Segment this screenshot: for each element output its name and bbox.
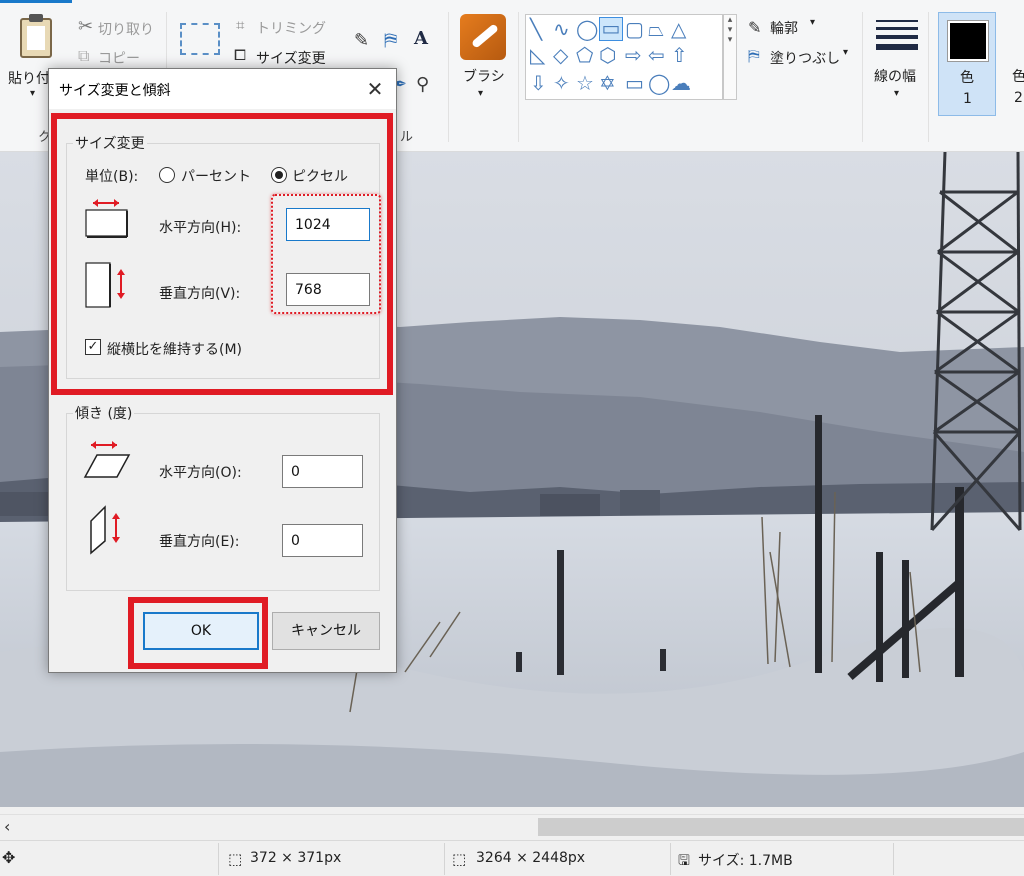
fill-bucket-icon[interactable]: ⛿ [384, 30, 397, 51]
cut-button[interactable]: 切り取り [98, 19, 154, 39]
vertical-skew-icon [85, 503, 129, 555]
paste-dropdown-icon[interactable]: ▾ [30, 88, 35, 99]
text-tool-icon[interactable]: A [414, 28, 428, 49]
fill-dropdown-icon[interactable]: ▾ [843, 47, 848, 58]
four-point-star-icon[interactable]: ✧ [553, 73, 570, 93]
left-arrow-shape-icon[interactable]: ⇦ [648, 45, 665, 65]
status-bar: ✥ ⬚ 372 × 371px ⬚ 3264 × 2448px 🖫 サイズ: 1… [0, 840, 1024, 876]
crop-icon: ⌗ [236, 16, 245, 34]
select-tool-icon[interactable] [180, 23, 220, 55]
oval-shape-icon[interactable]: ◯ [576, 19, 598, 39]
horizontal-scrollbar[interactable]: ‹ [0, 814, 1024, 838]
triangle-shape-icon[interactable]: △ [671, 19, 686, 39]
pencil-icon[interactable]: ✎ [354, 30, 369, 51]
tools-group-label: ル [400, 130, 414, 145]
status-divider [444, 843, 445, 875]
magnifier-icon[interactable]: ⚲ [416, 74, 429, 95]
six-point-star-icon[interactable]: ✡ [599, 73, 616, 93]
color2-label[interactable]: 色 [1012, 66, 1024, 86]
line-shape-icon[interactable]: ╲ [530, 19, 542, 39]
fill-button[interactable]: 塗りつぶし [770, 48, 840, 68]
outline-button[interactable]: 輪郭 [770, 18, 798, 38]
copy-button[interactable]: コピー [98, 48, 140, 68]
status-divider [893, 843, 894, 875]
skew-section-label: 傾き (度) [73, 403, 135, 423]
dialog-title: サイズ変更と傾斜 [59, 83, 171, 99]
active-tab-indicator [0, 0, 72, 3]
rounded-rect-shape-icon[interactable]: ▢ [625, 19, 644, 39]
callout-cloud-icon[interactable]: ☁ [671, 73, 691, 93]
scroll-left-icon[interactable]: ‹ [4, 817, 10, 836]
five-point-star-icon[interactable]: ☆ [576, 73, 594, 93]
image-size: 3264 × 2448px [476, 850, 586, 866]
disk-icon: 🖫 [678, 853, 690, 869]
dialog-titlebar[interactable]: サイズ変更と傾斜 ✕ [49, 69, 396, 109]
brush-icon[interactable] [460, 14, 506, 60]
outline-dropdown-icon[interactable]: ▾ [810, 17, 815, 28]
callout-rect-icon[interactable]: ▭ [625, 73, 644, 93]
brush-dropdown-icon[interactable]: ▾ [478, 88, 483, 99]
brush-button[interactable]: ブラシ [463, 66, 505, 86]
scissors-icon: ✂ [78, 16, 94, 37]
pentagon-shape-icon[interactable]: ⬠ [576, 45, 593, 65]
outline-icon: ✎ [748, 18, 762, 37]
selection-size-icon: ⬚ [228, 850, 243, 868]
resize-button[interactable]: サイズ変更 [256, 48, 326, 68]
skew-vertical-input[interactable] [282, 524, 363, 557]
shapes-gallery: ╲ ∿ ◯ ▭ ▢ ⏢ △ ◺ ◇ ⬠ ⬡ ⇨ ⇦ ⇧ ⇩ ✧ ☆ ✡ ▭ ◯ … [525, 14, 723, 100]
status-divider [670, 843, 671, 875]
color2-number: 2 [1014, 90, 1023, 106]
group-divider [928, 12, 929, 142]
status-divider [218, 843, 219, 875]
size-inputs-highlight [271, 194, 381, 314]
skew-horizontal-label: 水平方向(O): [159, 465, 242, 481]
callout-oval-icon[interactable]: ◯ [648, 73, 670, 93]
ok-button-highlight [128, 597, 268, 669]
close-icon[interactable]: ✕ [361, 75, 389, 103]
line-width-button[interactable]: 線の幅 [874, 66, 916, 86]
cursor-position-icon: ✥ [2, 848, 16, 867]
file-size: サイズ: 1.7MB [698, 853, 793, 869]
horizontal-skew-icon [83, 439, 131, 483]
rectangle-shape-icon[interactable]: ▭ [599, 17, 623, 41]
paste-icon[interactable] [20, 14, 52, 58]
skew-horizontal-input[interactable] [282, 455, 363, 488]
down-arrow-shape-icon[interactable]: ⇩ [530, 73, 547, 93]
curve-shape-icon[interactable]: ∿ [553, 19, 570, 39]
color1-button[interactable]: 色 1 [938, 12, 996, 116]
diamond-shape-icon[interactable]: ◇ [553, 45, 568, 65]
color1-swatch [947, 20, 989, 62]
image-size-icon: ⬚ [452, 850, 467, 868]
ribbon-top [0, 0, 1024, 8]
polygon-shape-icon[interactable]: ⏢ [648, 19, 664, 39]
fill-icon: ⛿ [748, 46, 760, 65]
resize-icon: ⧠ [234, 46, 247, 64]
group-divider [518, 12, 519, 142]
right-arrow-shape-icon[interactable]: ⇨ [625, 45, 642, 65]
group-divider [862, 12, 863, 142]
cancel-button[interactable]: キャンセル [272, 612, 380, 650]
line-width-dropdown-icon[interactable]: ▾ [894, 88, 899, 99]
up-arrow-shape-icon[interactable]: ⇧ [671, 45, 688, 65]
right-triangle-shape-icon[interactable]: ◺ [530, 45, 545, 65]
color1-label: 色 [960, 70, 974, 86]
selection-size: 372 × 371px [250, 850, 342, 866]
crop-button[interactable]: トリミング [256, 18, 326, 38]
scroll-thumb[interactable] [538, 818, 1024, 836]
group-divider [448, 12, 449, 142]
shapes-scroll[interactable]: ▴ ▾ ▾ [723, 14, 737, 100]
copy-icon: ⧉ [78, 46, 90, 65]
hexagon-shape-icon[interactable]: ⬡ [599, 45, 616, 65]
color1-number: 1 [963, 91, 972, 107]
skew-vertical-label: 垂直方向(E): [159, 534, 240, 550]
line-width-icon[interactable] [876, 20, 918, 60]
